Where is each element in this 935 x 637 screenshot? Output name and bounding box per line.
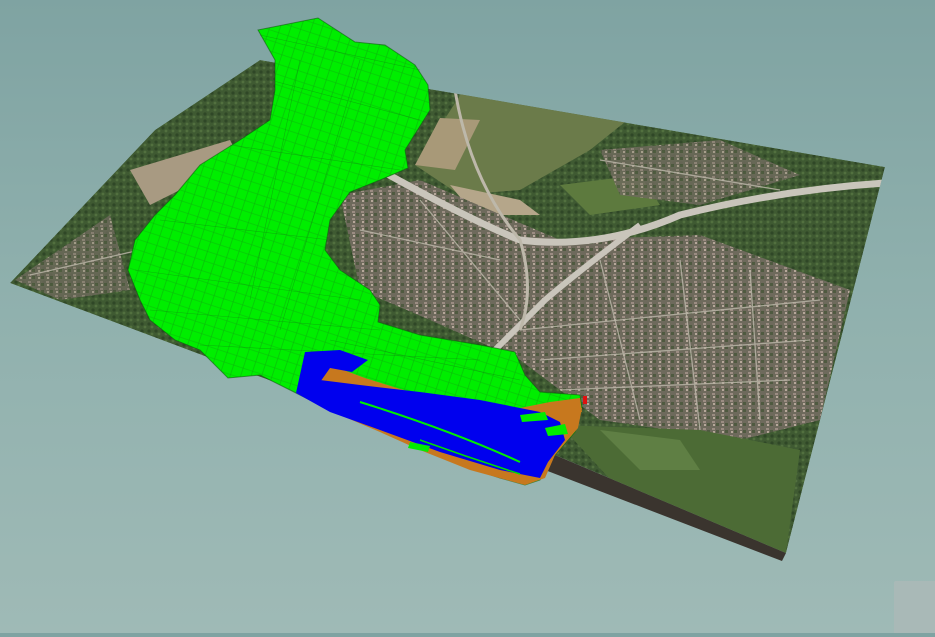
scene-canvas[interactable]: [0, 0, 935, 633]
panel-tab-icon[interactable]: [894, 581, 935, 633]
red-marker[interactable]: [583, 396, 587, 404]
orthophoto-terrain[interactable]: [10, 60, 885, 553]
3d-viewport[interactable]: [0, 0, 935, 633]
